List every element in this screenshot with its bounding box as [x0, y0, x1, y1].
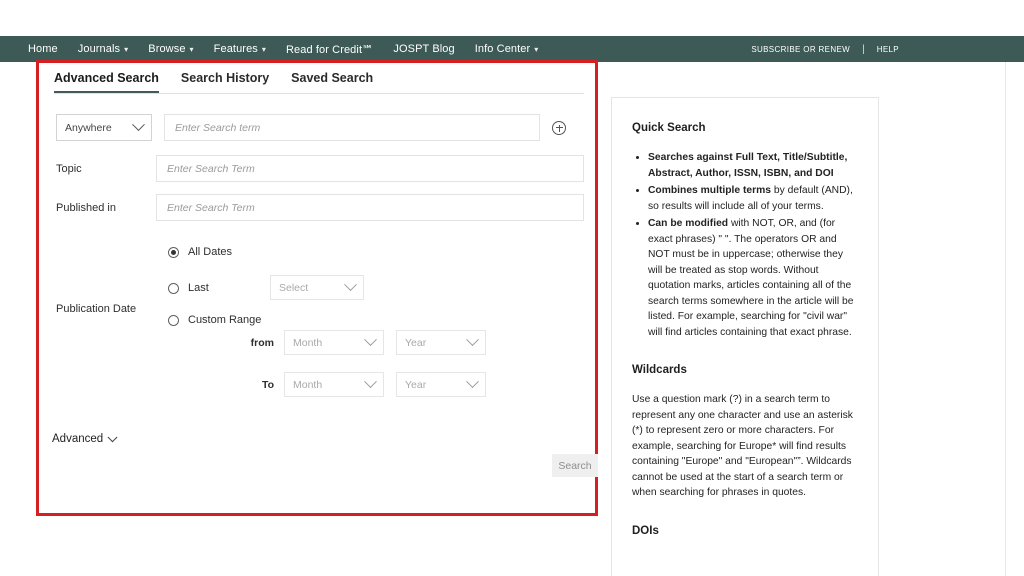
from-month-value: Month: [293, 336, 323, 349]
page-root: Home Journals ▾ Browse ▾ Features ▾ Read…: [0, 0, 1024, 576]
search-scope-value: Anywhere: [65, 121, 112, 134]
from-label: from: [250, 336, 274, 349]
search-tabs: Advanced Search Search History Saved Sea…: [54, 64, 584, 94]
bullet-lead-text: Searches against Full Text, Title/Subtit…: [648, 152, 848, 179]
published-in-input[interactable]: Enter Search Term: [156, 194, 584, 221]
advanced-options-label: Advanced: [52, 433, 104, 445]
tab-label: Saved Search: [291, 71, 374, 85]
radio-last[interactable]: Last: [168, 282, 209, 294]
tab-label: Search History: [180, 71, 270, 85]
nav-item-browse[interactable]: Browse ▾: [148, 43, 193, 55]
search-help-panel: Quick Search Searches against Full Text,…: [611, 97, 879, 576]
quick-search-heading: Quick Search: [632, 122, 706, 134]
radio-all-dates[interactable]: All Dates: [168, 246, 232, 258]
chevron-down-icon: ▾: [534, 45, 539, 54]
quick-search-bullet-list: Searches against Full Text, Title/Subtit…: [632, 150, 856, 340]
tab-search-history[interactable]: Search History: [181, 71, 269, 93]
published-in-placeholder: Enter Search Term: [167, 201, 255, 214]
from-year-select[interactable]: Year: [396, 330, 486, 355]
chevron-down-icon: [364, 333, 377, 347]
nav-item-features[interactable]: Features ▾: [214, 43, 266, 55]
nav-item-label: JOSPT Blog: [393, 43, 455, 55]
to-month-select[interactable]: Month: [284, 372, 384, 397]
search-scope-select[interactable]: Anywhere: [56, 114, 152, 141]
radio-button-icon: [168, 246, 179, 258]
nav-item-read-for-credit[interactable]: Read for Credit℠: [286, 43, 373, 56]
last-period-value: Select: [279, 281, 309, 294]
bullet-lead-text: Combines multiple terms: [648, 185, 772, 196]
search-term-row: Anywhere Enter Search term: [56, 114, 566, 141]
to-month-value: Month: [293, 378, 323, 391]
topic-row: Topic Enter Search Term: [56, 155, 584, 182]
to-year-value: Year: [405, 378, 427, 391]
subscribe-or-renew-link[interactable]: SUBSCRIBE OR RENEW: [751, 45, 850, 54]
date-range-to-row: To Month Year: [226, 372, 486, 397]
nav-utility-links: SUBSCRIBE OR RENEW | HELP: [751, 44, 1024, 55]
search-term-placeholder: Enter Search term: [175, 121, 261, 134]
content-right-divider: [1005, 62, 1006, 576]
nav-item-label: Features: [213, 43, 258, 55]
chevron-down-icon: [132, 118, 145, 132]
advanced-options-toggle[interactable]: Advanced: [52, 431, 118, 445]
topic-label: Topic: [56, 162, 82, 175]
chevron-down-icon: ▾: [261, 45, 267, 54]
to-label: To: [261, 378, 274, 391]
primary-navigation-bar: Home Journals ▾ Browse ▾ Features ▾ Read…: [0, 36, 1024, 62]
radio-custom-range[interactable]: Custom Range: [168, 314, 261, 326]
search-button-label: Search: [558, 459, 592, 472]
tab-saved-search[interactable]: Saved Search: [291, 71, 373, 93]
topic-input[interactable]: Enter Search Term: [156, 155, 584, 182]
chevron-down-icon: ▾: [124, 45, 129, 54]
tab-label: Advanced Search: [54, 71, 159, 85]
nav-item-label: Read for Credit℠: [286, 43, 374, 56]
publication-date-label: Publication Date: [56, 303, 137, 315]
chevron-down-icon: [107, 431, 118, 442]
date-range-from-row: from Month Year: [226, 330, 486, 355]
wildcards-heading: Wildcards: [632, 364, 687, 376]
list-item: Combines multiple terms by default (AND)…: [648, 183, 856, 214]
nav-item-label: Journals: [77, 43, 121, 55]
to-year-select[interactable]: Year: [396, 372, 486, 397]
chevron-down-icon: [364, 375, 377, 389]
nav-item-label: Info Center: [474, 43, 531, 55]
nav-item-home[interactable]: Home: [28, 43, 58, 55]
radio-label: Custom Range: [188, 314, 262, 326]
bullet-lead-text: Can be modified: [648, 218, 729, 229]
wildcards-body: Use a question mark (?) in a search term…: [632, 394, 853, 498]
from-month-select[interactable]: Month: [284, 330, 384, 355]
bullet-rest-text: with NOT, OR, and (for exact phrases) " …: [648, 218, 854, 338]
nav-item-jospt-blog[interactable]: JOSPT Blog: [393, 43, 454, 55]
nav-item-label: Home: [28, 43, 58, 55]
nav-separator: |: [862, 43, 865, 55]
chevron-down-icon: ▾: [189, 45, 194, 54]
nav-item-info-center[interactable]: Info Center ▾: [475, 43, 539, 55]
last-period-select[interactable]: Select: [270, 275, 364, 300]
list-item: Can be modified with NOT, OR, and (for e…: [648, 216, 856, 340]
tab-advanced-search[interactable]: Advanced Search: [54, 71, 159, 93]
add-search-row-icon[interactable]: [552, 120, 566, 135]
chevron-down-icon: [466, 375, 479, 389]
radio-button-icon: [168, 314, 179, 326]
nav-item-journals[interactable]: Journals ▾: [78, 43, 129, 55]
from-year-value: Year: [405, 336, 427, 349]
radio-label: All Dates: [188, 246, 233, 258]
radio-label: Last: [188, 282, 209, 294]
search-button[interactable]: Search: [552, 454, 598, 477]
nav-item-label: Browse: [148, 43, 186, 55]
published-in-row: Published in Enter Search Term: [56, 194, 584, 221]
list-item: Searches against Full Text, Title/Subtit…: [648, 150, 856, 181]
dois-heading: DOIs: [632, 524, 659, 537]
nav-primary-links: Home Journals ▾ Browse ▾ Features ▾ Read…: [0, 43, 558, 56]
chevron-down-icon: [344, 278, 357, 292]
chevron-down-icon: [466, 333, 479, 347]
help-link[interactable]: HELP: [877, 45, 899, 54]
published-in-label: Published in: [56, 201, 116, 214]
search-term-input[interactable]: Enter Search term: [164, 114, 540, 141]
topic-placeholder: Enter Search Term: [167, 162, 255, 175]
radio-button-icon: [168, 282, 179, 294]
